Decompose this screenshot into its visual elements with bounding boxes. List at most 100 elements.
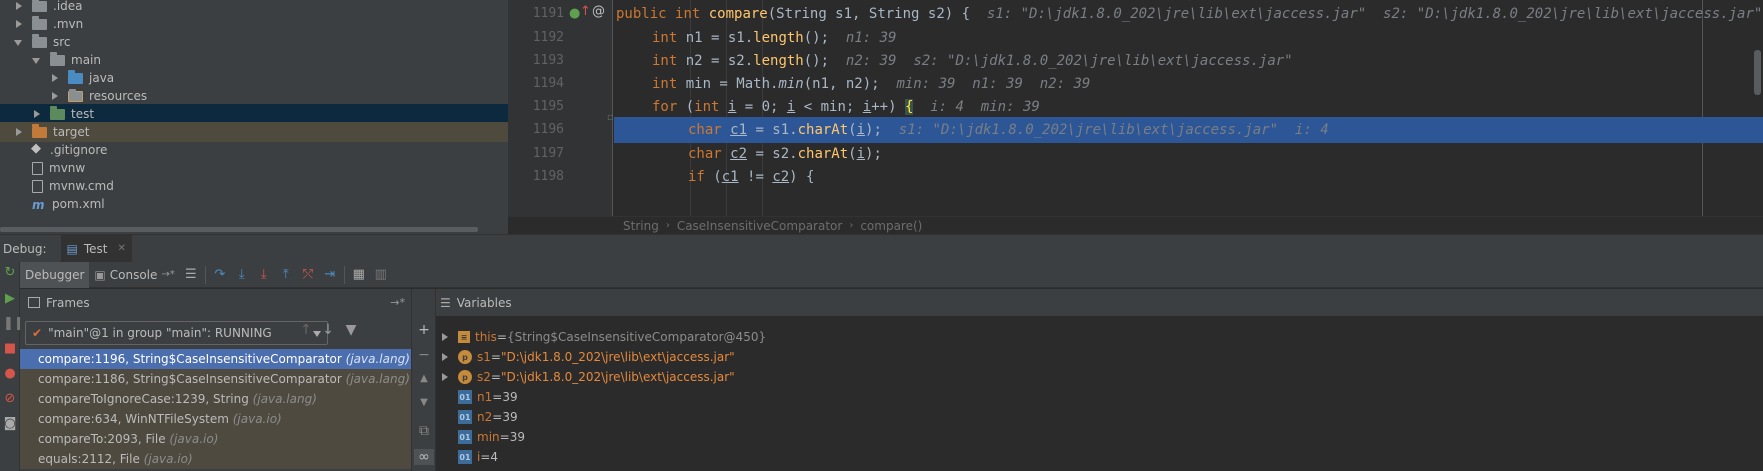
- rerun-icon[interactable]: ↻: [3, 266, 17, 280]
- menu-icon[interactable]: ☰: [180, 264, 202, 286]
- code-line[interactable]: if (c1 != c2) {: [614, 164, 1763, 190]
- frame-item[interactable]: equals:2112, File (java.io): [20, 449, 411, 469]
- chevron-right-icon[interactable]: [14, 127, 24, 137]
- tree-item-mvnw-cmd[interactable]: mvnw.cmd: [0, 176, 508, 196]
- tree-item-test[interactable]: test: [0, 104, 508, 124]
- drop-frame-icon[interactable]: ⤲: [297, 264, 319, 286]
- tab-console[interactable]: ▣ Console →*: [89, 262, 179, 288]
- code-token: charAt: [797, 122, 849, 138]
- filter-icon[interactable]: ▼: [341, 322, 361, 344]
- annotation-icon[interactable]: @: [592, 4, 605, 19]
- arrow-down-icon[interactable]: ↓: [318, 322, 338, 344]
- tree-horizontal-scrollbar[interactable]: [0, 227, 478, 232]
- chevron-right-icon[interactable]: [14, 1, 24, 11]
- tree-item-label: pom.xml: [52, 197, 105, 211]
- tab-test[interactable]: ▤ Test ✕: [60, 234, 132, 263]
- tree-item-mvnw[interactable]: mvnw: [0, 158, 508, 178]
- up-triangle-icon[interactable]: ▲: [417, 373, 431, 384]
- run-to-cursor-icon[interactable]: ⇥: [319, 264, 341, 286]
- code-editor[interactable]: public int compare(String s1, String s2)…: [614, 0, 1763, 216]
- editor-vertical-scrollbar[interactable]: [1754, 50, 1761, 95]
- variable-row[interactable]: 01 min = 39: [436, 427, 1763, 447]
- variable-row[interactable]: p s2 = "D:\jdk1.8.0_202\jre\lib\ext\jacc…: [436, 367, 1763, 387]
- code-line[interactable]: public int compare(String s1, String s2)…: [614, 1, 1763, 27]
- frame-item[interactable]: compare:1186, String$CaseInsensitiveComp…: [20, 369, 411, 389]
- arrow-up-icon[interactable]: ↑: [296, 322, 316, 344]
- breadcrumb-item[interactable]: String: [623, 219, 659, 233]
- frame-item[interactable]: compareToIgnoreCase:1239, String (java.l…: [20, 389, 411, 409]
- stop-icon[interactable]: ■: [3, 342, 17, 356]
- minus-icon[interactable]: −: [417, 347, 431, 363]
- restore-layout-icon[interactable]: →*: [390, 296, 405, 309]
- camera-icon[interactable]: ◙: [3, 417, 17, 431]
- chevron-right-icon[interactable]: [50, 91, 60, 101]
- frame-item[interactable]: compare:634, WinNTFileSystem (java.io): [20, 409, 411, 429]
- chevron-down-icon[interactable]: [14, 37, 24, 47]
- variable-row[interactable]: p s1 = "D:\jdk1.8.0_202\jre\lib\ext\jacc…: [436, 347, 1763, 367]
- chevron-right-icon[interactable]: [440, 352, 450, 362]
- frames-title: Frames: [46, 295, 90, 310]
- tree-item-gitignore[interactable]: .gitignore: [0, 140, 508, 160]
- tab-debugger[interactable]: Debugger: [20, 261, 90, 288]
- code-token: );: [865, 146, 882, 162]
- show-execution-point-icon[interactable]: ↷: [209, 264, 231, 286]
- copy-icon[interactable]: ⧉: [417, 423, 431, 439]
- chevron-right-icon[interactable]: [440, 332, 450, 342]
- chevron-right-icon: ›: [849, 220, 854, 231]
- close-icon[interactable]: ✕: [118, 243, 126, 254]
- tree-item-target[interactable]: target: [0, 122, 508, 142]
- excluded-folder-icon: [32, 123, 47, 138]
- chevron-down-icon[interactable]: [32, 55, 42, 65]
- tree-item-mvn[interactable]: .mvn: [0, 14, 508, 34]
- view-breakpoints-icon[interactable]: ●: [3, 367, 17, 381]
- breadcrumb-item[interactable]: compare(): [860, 219, 922, 233]
- down-triangle-icon[interactable]: ▼: [417, 397, 431, 408]
- variables-header: ☰ Variables: [436, 289, 1763, 316]
- chevron-right-icon[interactable]: [50, 73, 60, 83]
- tree-item-src[interactable]: src: [0, 32, 508, 52]
- breadcrumb-item[interactable]: CaseInsensitiveComparator: [677, 219, 843, 233]
- variable-row[interactable]: 01 i = 4: [436, 447, 1763, 467]
- editor-gutter[interactable]: 1191 1192 1193 1194 1195 1196 1197 1198 …: [508, 0, 614, 216]
- tree-item-label: java: [89, 71, 115, 85]
- step-over-icon[interactable]: ⤓: [231, 264, 253, 286]
- glasses-icon[interactable]: ∞: [414, 449, 434, 465]
- line-number: 1191: [532, 6, 564, 21]
- implements-icon[interactable]: ●: [569, 6, 580, 21]
- code-token: c1: [721, 169, 739, 185]
- thread-label: "main"@1 in group "main": RUNNING: [48, 326, 272, 340]
- mute-breakpoints-icon[interactable]: ⊘: [3, 392, 17, 406]
- variable-row[interactable]: ≡ this = {String$CaseInsensitiveComparat…: [436, 327, 1763, 347]
- primitive-icon: 01: [458, 430, 472, 444]
- override-arrow-icon[interactable]: ↑: [580, 4, 591, 19]
- pin-icon[interactable]: →*: [161, 269, 174, 280]
- line-number: 1194: [532, 76, 564, 91]
- plus-icon[interactable]: +: [417, 322, 431, 338]
- step-out-icon[interactable]: ⤒: [275, 264, 297, 286]
- trace-icon[interactable]: ▥: [370, 264, 392, 286]
- variable-row[interactable]: 01 n1 = 39: [436, 387, 1763, 407]
- pause-icon[interactable]: ❚❚: [3, 317, 25, 331]
- file-icon: [32, 161, 43, 175]
- current-execution-line[interactable]: char c1 = s1.charAt(i); s1: "D:\jdk1.8.0…: [614, 117, 1763, 143]
- tree-item-main[interactable]: main: [0, 50, 508, 70]
- frame-item[interactable]: compare:1196, String$CaseInsensitiveComp…: [20, 349, 411, 369]
- chevron-right-icon[interactable]: [440, 372, 450, 382]
- fold-icon[interactable]: ▫: [607, 112, 614, 123]
- code-token: char: [688, 146, 731, 162]
- code-token: i: [856, 122, 866, 138]
- tree-item-label: target: [53, 125, 90, 139]
- evaluate-expression-icon[interactable]: ▦: [348, 264, 370, 286]
- tree-item-java[interactable]: java: [0, 68, 508, 88]
- frame-item[interactable]: compareTo:2093, File (java.io): [20, 429, 411, 449]
- thread-selector[interactable]: ✔ "main"@1 in group "main": RUNNING: [25, 321, 328, 345]
- chevron-right-icon[interactable]: [32, 109, 42, 119]
- tree-item-resources[interactable]: resources: [0, 86, 508, 106]
- tree-item-pom[interactable]: m pom.xml: [0, 194, 508, 214]
- step-into-icon[interactable]: ⤓: [253, 264, 275, 286]
- inline-debug-value: min: 39 n1: 39 n2: 39: [896, 76, 1091, 92]
- debug-tool-window-header: Debug: ▤ Test ✕: [0, 234, 1763, 263]
- chevron-right-icon[interactable]: [14, 19, 24, 29]
- resume-icon[interactable]: ▶: [3, 292, 17, 306]
- variable-row[interactable]: 01 n2 = 39: [436, 407, 1763, 427]
